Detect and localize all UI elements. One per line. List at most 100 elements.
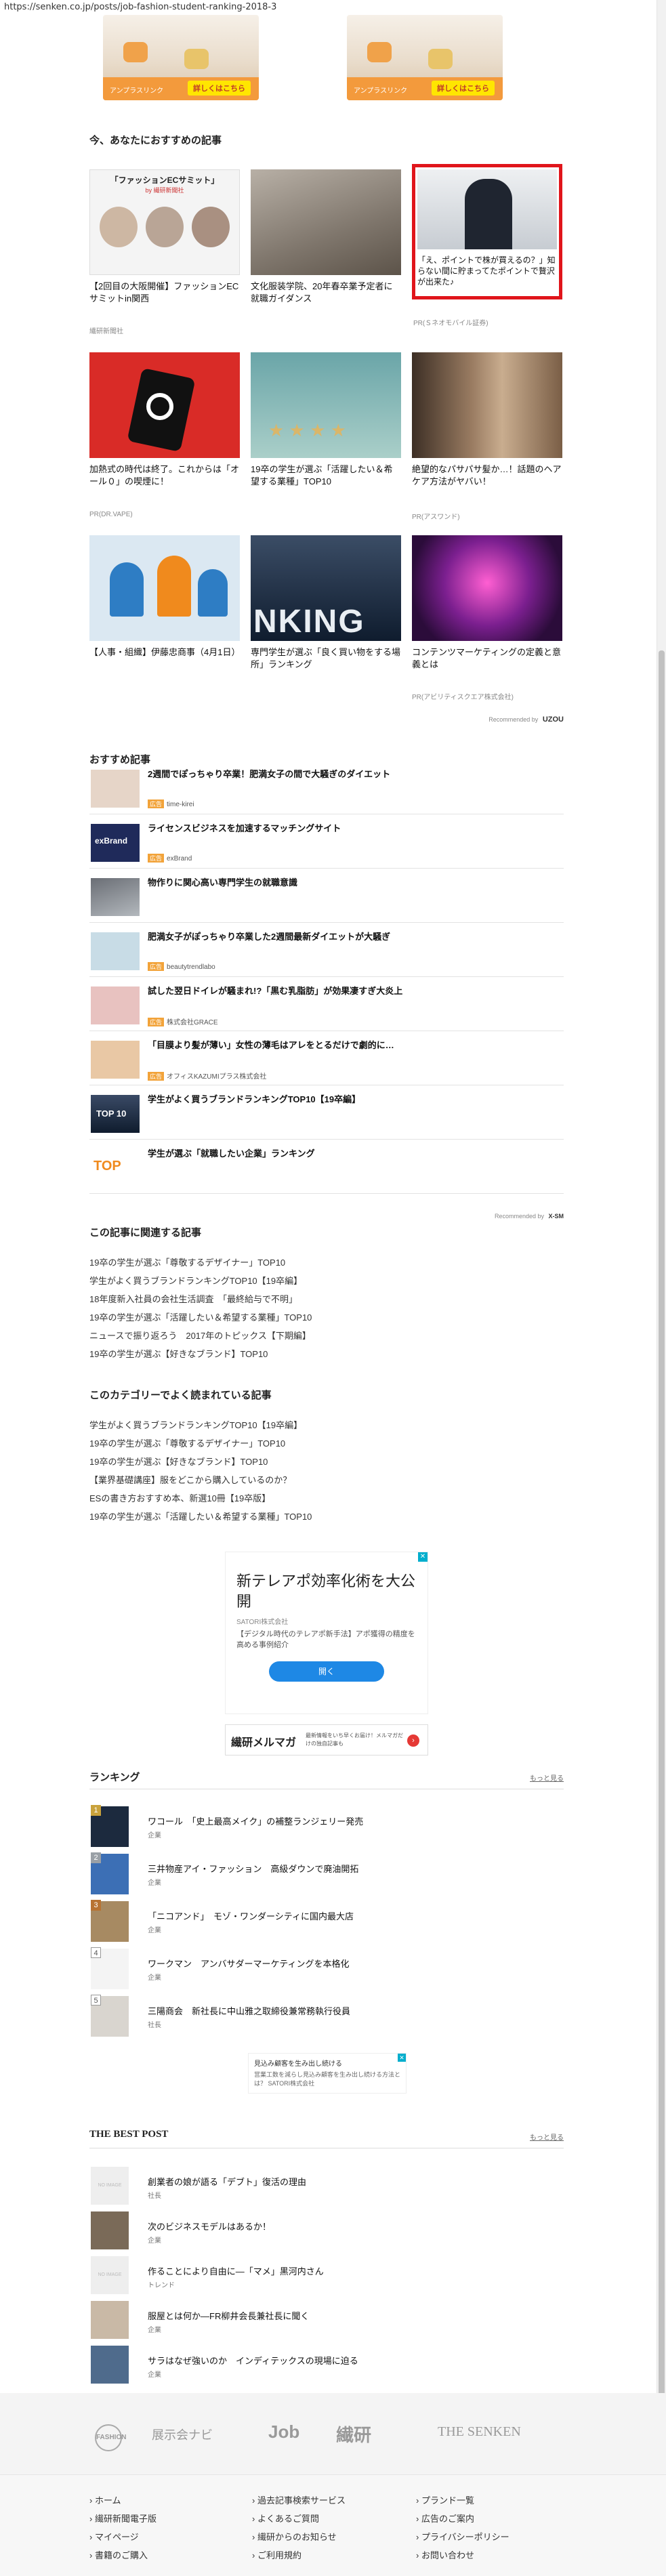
- article-title[interactable]: コンテンツマーケティングの定義と意義とは: [412, 646, 562, 671]
- article-card[interactable]: コンテンツマーケティングの定義と意義とは PR(アビリティスクエア株式会社): [412, 535, 562, 701]
- best-post-item[interactable]: サラはなぜ強いのか インディテックスの現場に迫る 企業: [89, 2344, 564, 2389]
- best-post-item[interactable]: 服屋とは何か―FR柳井会長兼社長に聞く 企業: [89, 2300, 564, 2344]
- footer-link[interactable]: › 繊研からのお知らせ: [252, 2528, 346, 2546]
- category-link[interactable]: ESの書き方おすすめ本、新選10冊【19卒版】: [89, 1489, 564, 1508]
- article-card[interactable]: 絶望的なパサパサ髪か…！話題のヘアケア方法がヤバい！ PR(アスワンド): [412, 352, 562, 521]
- article-thumbnail: [412, 535, 562, 641]
- item-title[interactable]: 「目膜より髪が薄い」女性の薄毛はアレをとるだけで劇的に…: [148, 1039, 394, 1052]
- ad-open-button[interactable]: 開く: [269, 1661, 384, 1682]
- ad-close-icon[interactable]: ✕: [418, 1552, 428, 1562]
- ranking-title[interactable]: 三陽商会 新社長に中山雅之取締役兼常務執行役員: [148, 2004, 350, 2017]
- item-title[interactable]: 試した翌日ドイレが騒まれ!?「黒む乳脂肪」が効果凄すぎ大炎上: [148, 985, 402, 997]
- footer-link[interactable]: › 過去記事検索サービス: [252, 2491, 346, 2510]
- category-link[interactable]: 学生がよく買うブランドランキングTOP10【19卒編】: [89, 1416, 564, 1434]
- display-ad[interactable]: ✕ 新テレアポ効率化術を大公開 SATORI株式会社 【デジタル時代のテレアポ新…: [225, 1552, 428, 1714]
- item-title[interactable]: ライセンスビジネスを加速するマッチングサイト: [148, 823, 341, 835]
- article-title[interactable]: 文化服装学院、20年春卒業予定者に就職ガイダンス: [251, 281, 401, 305]
- best-more-link[interactable]: もっと見る: [530, 2132, 564, 2142]
- footer-link[interactable]: › 書籍のご購入: [89, 2546, 157, 2564]
- related-link[interactable]: 19卒の学生が選ぶ「活躍したい＆希望する業種」TOP10: [89, 1308, 564, 1327]
- article-title[interactable]: 専門学生が選ぶ「良く買い物をする場所」ランキング: [251, 646, 401, 671]
- article-title[interactable]: 【人事・組織】伊藤忠商事（4月1日）: [89, 646, 240, 659]
- ranking-title[interactable]: 三井物産アイ・ファッション 高級ダウンで廃油開拓: [148, 1862, 358, 1875]
- fashion-logo[interactable]: FASHION: [95, 2424, 126, 2451]
- category-link[interactable]: 19卒の学生が選ぶ【好きなブランド】TOP10: [89, 1453, 564, 1471]
- ranking-title[interactable]: ワコール 「史上最高メイク」の補整ランジェリー発売: [148, 1814, 363, 1827]
- article-title[interactable]: 加熱式の時代は終了。これからは「オール０」の喫煙に！: [89, 463, 240, 488]
- category-link[interactable]: 19卒の学生が選ぶ「活躍したい＆希望する業種」TOP10: [89, 1508, 564, 1526]
- best-post-item[interactable]: 次のビジネスモデルはあるか！ 企業: [89, 2210, 564, 2255]
- article-card[interactable]: 「ファッションECサミット」 by 繊研新聞社 【2回目の大阪開催】ファッション…: [89, 169, 240, 335]
- text-ad[interactable]: ✕ 見込み顧客を生み出し続ける 営業工数を減らし見込み顧客を生み出し続ける方法と…: [248, 2053, 407, 2094]
- list-item[interactable]: 2週間でぽっちゃり卒業！肥満女子の間で大騒ぎのダイエット 広告 time-kire…: [89, 764, 564, 814]
- list-item[interactable]: TOP 10 学生がよく買うブランドランキングTOP10【19卒編】: [89, 1089, 564, 1140]
- related-link[interactable]: ニュースで振り返ろう 2017年のトピックス【下期編】: [89, 1327, 564, 1345]
- ranking-more-link[interactable]: もっと見る: [530, 1772, 564, 1783]
- ranking-item[interactable]: 5 三陽商会 新社長に中山雅之取締役兼常務執行役員 社長: [89, 1995, 564, 2039]
- footer-link[interactable]: › プランド一覧: [416, 2491, 509, 2510]
- footer-link[interactable]: › ご利用規約: [252, 2546, 346, 2564]
- sponsor-badge: 広告: [148, 799, 165, 808]
- footer-link[interactable]: › お問い合わせ: [416, 2546, 509, 2564]
- list-item[interactable]: 肥満女子がぽっちゃり卒業した2週間最新ダイエットが大騒ぎ 広告 beautytre…: [89, 927, 564, 977]
- list-item[interactable]: 「目膜より髪が薄い」女性の薄毛はアレをとるだけで劇的に… 広告 オフィスKAZUM…: [89, 1035, 564, 1085]
- category-link[interactable]: 19卒の学生が選ぶ「尊敬するデザイナー」TOP10: [89, 1434, 564, 1453]
- post-title[interactable]: 作ることにより自由に―「マメ」黒河内さん: [148, 2264, 324, 2277]
- list-item[interactable]: 試した翌日ドイレが騒まれ!?「黒む乳脂肪」が効果凄すぎ大炎上 広告 株式会社GRA…: [89, 981, 564, 1031]
- item-title[interactable]: 肥満女子がぽっちゃり卒業した2週間最新ダイエットが大騒ぎ: [148, 931, 390, 943]
- scrollbar-thumb[interactable]: [659, 650, 665, 2548]
- the-senken-logo[interactable]: THE SENKEN: [438, 2424, 521, 2440]
- article-card[interactable]: 文化服装学院、20年春卒業予定者に就職ガイダンス: [251, 169, 401, 305]
- item-title[interactable]: 物作りに関心高い専門学生の就職意識: [148, 877, 297, 889]
- post-title[interactable]: 創業者の娘が語る「デブト」復活の理由: [148, 2175, 306, 2188]
- ad-headline[interactable]: 新テレアポ効率化術を大公開: [236, 1571, 417, 1612]
- article-card[interactable]: NKING 専門学生が選ぶ「良く買い物をする場所」ランキング: [251, 535, 401, 671]
- ranking-title[interactable]: ワークマン アンバサダーマーケティングを本格化: [148, 1957, 349, 1970]
- article-card[interactable]: 加熱式の時代は終了。これからは「オール０」の喫煙に！ PR(DR.VAPE): [89, 352, 240, 518]
- ranking-item[interactable]: 3 「ニコアンド」 モゾ・ワンダーシティに国内最大店 企業: [89, 1900, 564, 1945]
- footer-link[interactable]: › よくあるご質問: [252, 2510, 346, 2528]
- best-post-item[interactable]: NO IMAGE 創業者の娘が語る「デブト」復活の理由 社長: [89, 2165, 564, 2210]
- item-sponsor: 広告 time-kirei: [148, 799, 194, 808]
- footer-link[interactable]: › 繊研新聞電子版: [89, 2510, 157, 2528]
- tenjikai-navi-logo[interactable]: 展示会ナビ: [152, 2426, 213, 2443]
- ranking-title[interactable]: 「ニコアンド」 モゾ・ワンダーシティに国内最大店: [148, 1909, 354, 1922]
- post-title[interactable]: サラはなぜ強いのか インディテックスの現場に迫る: [148, 2354, 358, 2367]
- ranking-item[interactable]: 1 ワコール 「史上最高メイク」の補整ランジェリー発売 企業: [89, 1805, 564, 1850]
- item-title[interactable]: 学生がよく買うブランドランキングTOP10【19卒編】: [148, 1094, 360, 1106]
- recommended-by-uzou[interactable]: Recommended by UZOU: [488, 715, 564, 724]
- post-title[interactable]: 次のビジネスモデルはあるか！: [148, 2220, 271, 2232]
- article-card-highlighted[interactable]: 「え、ポイントで株が買えるの？」知らない間に貯まってたポイントで贅沢が出来た♪ …: [412, 164, 562, 327]
- newsletter-banner[interactable]: 繊研メルマガ 最新情報をいち早くお届け！メルマガだけの独自記事も ›: [225, 1724, 428, 1756]
- list-item[interactable]: TOP 学生が選ぶ「就職したい企業」ランキング: [89, 1144, 564, 1194]
- article-title[interactable]: 「え、ポイントで株が買えるの？」知らない間に貯まってたポイントで贅沢が出来た♪: [417, 255, 557, 287]
- job-logo[interactable]: Job: [268, 2422, 299, 2443]
- ranking-item[interactable]: 4 ワークマン アンバサダーマーケティングを本格化 企業: [89, 1947, 564, 1992]
- article-card[interactable]: ★ ★ ★ ★ 19卒の学生が選ぶ「活躍したい＆希望する業種」TOP10: [251, 352, 401, 488]
- related-link[interactable]: 19卒の学生が選ぶ【好きなブランド】TOP10: [89, 1345, 564, 1363]
- senken-logo[interactable]: 繊研: [336, 2422, 371, 2447]
- scrollbar[interactable]: [657, 0, 666, 2576]
- related-link[interactable]: 18年度新入社員の会社生活調査 「最終給与で不明」: [89, 1290, 564, 1308]
- category-link[interactable]: 【業界基礎講座】服をどこから購入しているのか？: [89, 1471, 564, 1489]
- article-card[interactable]: 【人事・組織】伊藤忠商事（4月1日）: [89, 535, 240, 659]
- recommended-by-xsm[interactable]: Recommended by X-SM: [495, 1213, 564, 1220]
- footer-link[interactable]: › マイページ: [89, 2528, 157, 2546]
- article-title[interactable]: 【2回目の大阪開催】ファッションECサミットin関西: [89, 281, 240, 305]
- best-post-item[interactable]: NO IMAGE 作ることにより自由に―「マメ」黒河内さん トレンド: [89, 2255, 564, 2300]
- ad-close-icon[interactable]: ✕: [398, 2054, 406, 2062]
- item-title[interactable]: 2週間でぽっちゃり卒業！肥満女子の間で大騒ぎのダイエット: [148, 768, 390, 781]
- article-title[interactable]: 絶望的なパサパサ髪か…！話題のヘアケア方法がヤバい！: [412, 463, 562, 488]
- item-title[interactable]: 学生が選ぶ「就職したい企業」ランキング: [148, 1148, 315, 1160]
- footer-link[interactable]: › ホーム: [89, 2491, 157, 2510]
- post-title[interactable]: 服屋とは何か―FR柳井会長兼社長に聞く: [148, 2309, 309, 2322]
- list-item[interactable]: exBrand ライセンスビジネスを加速するマッチングサイト 広告 exBrand: [89, 818, 564, 869]
- ranking-category: 企業: [148, 1974, 161, 1982]
- ranking-item[interactable]: 2 三井物産アイ・ファッション 高級ダウンで廃油開拓 企業: [89, 1852, 564, 1897]
- related-link[interactable]: 学生がよく買うブランドランキングTOP10【19卒編】: [89, 1272, 564, 1290]
- article-title[interactable]: 19卒の学生が選ぶ「活躍したい＆希望する業種」TOP10: [251, 463, 401, 488]
- footer-link[interactable]: › 広告のご案内: [416, 2510, 509, 2528]
- related-link[interactable]: 19卒の学生が選ぶ「尊敬するデザイナー」TOP10: [89, 1253, 564, 1272]
- footer-link[interactable]: › プライバシーポリシー: [416, 2528, 509, 2546]
- list-item[interactable]: 物作りに関心高い専門学生の就職意識: [89, 873, 564, 923]
